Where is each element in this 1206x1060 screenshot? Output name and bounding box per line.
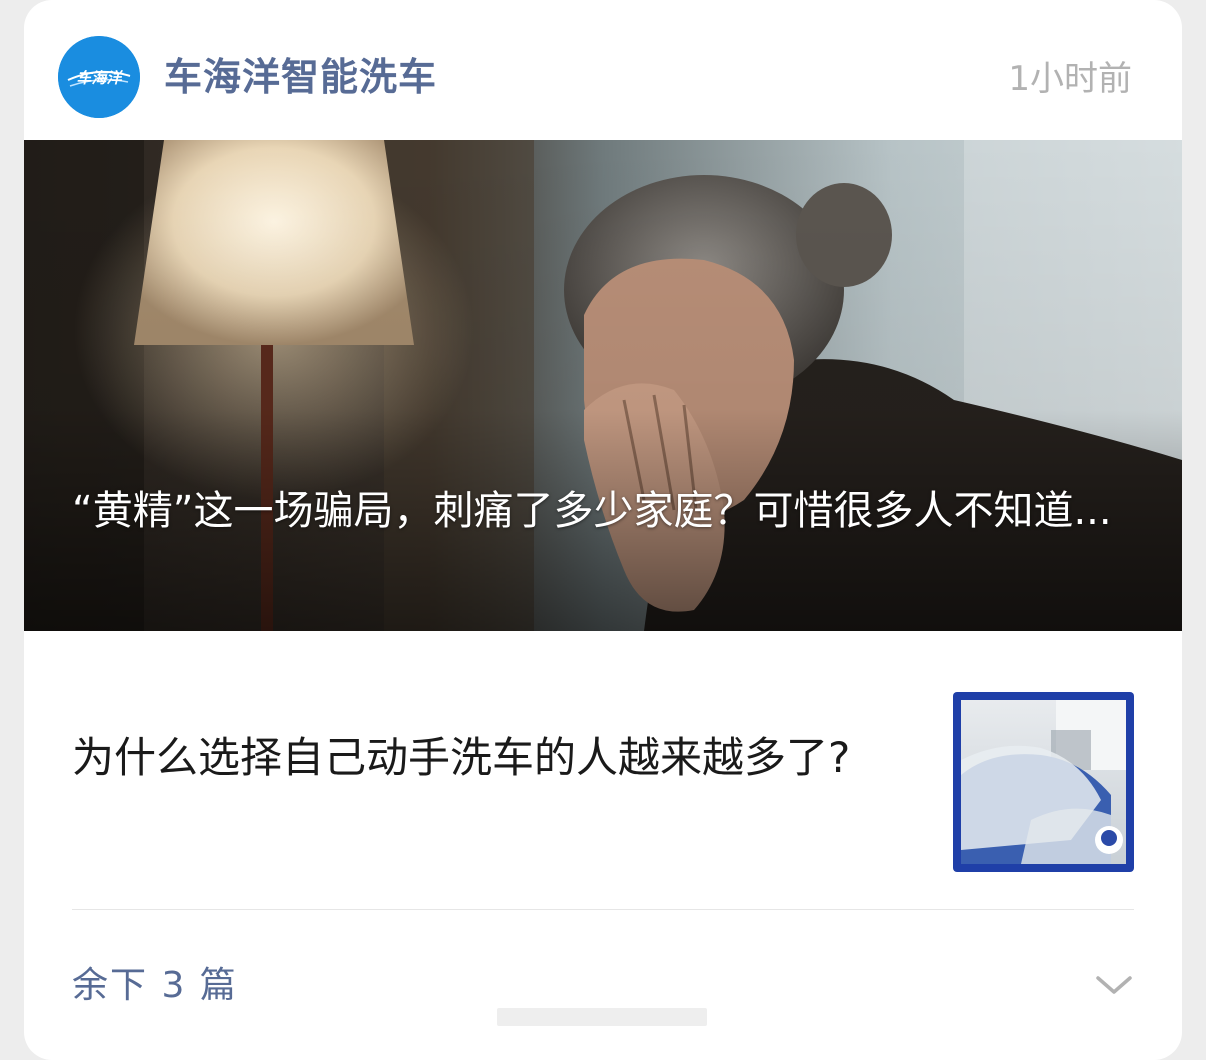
card-header: 车海洋 车海洋智能洗车 1小时前 [24, 0, 1182, 140]
hero-article[interactable]: “黄精”这一场骗局，刺痛了多少家庭？可惜很多人不知道... [24, 140, 1182, 631]
hero-image [24, 140, 1182, 631]
timestamp: 1小时前 [1008, 59, 1132, 99]
sub-article-thumbnail[interactable] [953, 692, 1134, 872]
sub-article[interactable]: 为什么选择自己动手洗车的人越来越多了? [24, 631, 1182, 911]
account-name[interactable]: 车海洋智能洗车 [164, 52, 437, 102]
car-wash-image [961, 700, 1126, 864]
svg-text:车海洋: 车海洋 [76, 69, 123, 87]
article-card[interactable]: 车海洋 车海洋智能洗车 1小时前 “黄精”这一场骗局，刺痛了多少家庭？可惜很多人… [24, 0, 1182, 1060]
hero-article-title[interactable]: “黄精”这一场骗局，刺痛了多少家庭？可惜很多人不知道... [72, 474, 1142, 548]
more-articles-row[interactable]: 余下 3 篇 [24, 910, 1182, 1050]
chevron-down-icon[interactable] [1094, 970, 1134, 1000]
sub-article-title[interactable]: 为什么选择自己动手洗车的人越来越多了? [72, 723, 902, 793]
account-avatar[interactable]: 车海洋 [58, 36, 140, 118]
scroll-indicator [497, 1008, 707, 1026]
more-articles-label[interactable]: 余下 3 篇 [72, 962, 238, 1010]
logo-icon: 车海洋 [58, 36, 140, 118]
